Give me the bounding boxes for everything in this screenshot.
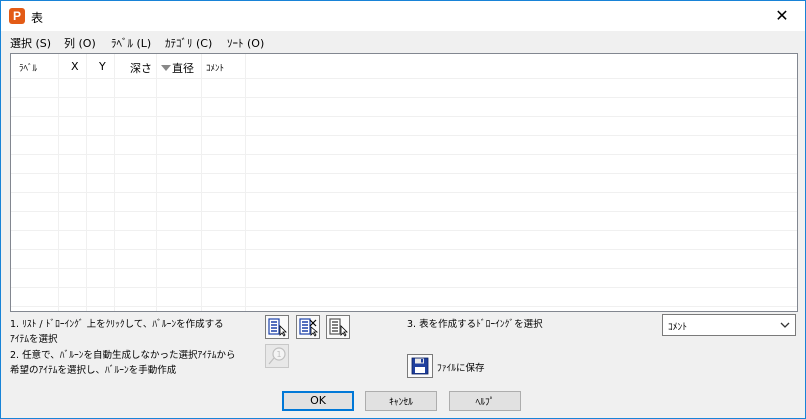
select-cross-button[interactable] — [296, 315, 320, 339]
menu-label[interactable]: ﾗﾍﾞﾙ (L) — [111, 35, 151, 51]
svg-text:1: 1 — [276, 350, 281, 359]
chevron-down-icon — [780, 322, 790, 328]
manual-balloon-button[interactable]: 1 — [265, 344, 289, 368]
column-header-comment[interactable]: ｺﾒﾝﾄ — [206, 61, 224, 74]
step1-instruction: 1. ﾘｽﾄ / ﾄﾞﾛｰｲﾝｸﾞ 上をｸﾘｯｸして、ﾊﾞﾙｰﾝを作成する — [10, 319, 224, 330]
menu-column[interactable]: 列 (O) — [64, 35, 96, 51]
grid-column-divider — [86, 54, 87, 311]
list-cross-select-icon — [299, 318, 319, 337]
select-gray-list-button[interactable] — [326, 315, 350, 339]
grid-column-divider — [201, 54, 202, 311]
grid-row-line — [11, 173, 797, 174]
select-list-button[interactable] — [265, 315, 289, 339]
grid-row-line — [11, 192, 797, 193]
grid-column-divider — [58, 54, 59, 311]
step1-instruction-cont: ｱｲﾃﾑを選択 — [10, 334, 58, 345]
save-to-file-label: ﾌｧｲﾙに保存 — [437, 363, 485, 374]
column-header-label[interactable]: ﾗﾍﾞﾙ — [19, 61, 37, 74]
help-button-label: ﾍﾙﾌﾟ — [475, 397, 495, 408]
column-dropdown[interactable]: ｺﾒﾝﾄ — [662, 314, 796, 336]
list-select-icon — [268, 318, 287, 337]
save-to-file-button[interactable] — [407, 354, 433, 378]
column-header-x[interactable]: X — [71, 60, 79, 73]
column-header-y[interactable]: Y — [99, 60, 106, 73]
app-icon: P — [9, 8, 25, 24]
sort-descending-icon — [161, 65, 171, 71]
grid-row-line — [11, 97, 797, 98]
step2-instruction: 2. 任意で、ﾊﾞﾙｰﾝを自動生成しなかった選択ｱｲﾃﾑから — [10, 350, 236, 361]
grid-row-line — [11, 78, 797, 79]
title-bar[interactable]: P 表 ✕ — [1, 1, 805, 31]
cancel-button[interactable]: ｷｬﾝｾﾙ — [365, 391, 437, 411]
grid-row-line — [11, 135, 797, 136]
balloon-icon: 1 — [268, 347, 286, 365]
column-dropdown-value: ｺﾒﾝﾄ — [668, 322, 688, 333]
grid-row-line — [11, 154, 797, 155]
menu-category[interactable]: ｶﾃｺﾞﾘ (C) — [165, 35, 212, 51]
menu-sort[interactable]: ｿｰﾄ (O) — [227, 35, 264, 51]
grid-row-line — [11, 287, 797, 288]
step3-instruction: 3. 表を作成するﾄﾞﾛｰｲﾝｸﾞを選択 — [407, 319, 543, 330]
column-header-depth[interactable]: 深さ — [130, 60, 152, 76]
grid-row-line — [11, 306, 797, 307]
floppy-disk-icon — [411, 357, 429, 375]
grid-row-line — [11, 116, 797, 117]
table-dialog: P 表 ✕ 選択 (S) 列 (O) ﾗﾍﾞﾙ (L) ｶﾃｺﾞﾘ (C) ｿｰ… — [0, 0, 806, 419]
grid-row-line — [11, 211, 797, 212]
grid-column-divider — [156, 54, 157, 311]
grid-row-line — [11, 268, 797, 269]
menu-select[interactable]: 選択 (S) — [10, 35, 51, 51]
help-button[interactable]: ﾍﾙﾌﾟ — [449, 391, 521, 411]
balloon-table[interactable]: ﾗﾍﾞﾙ X Y 深さ 直径 ｺﾒﾝﾄ — [10, 53, 798, 312]
list-deselect-icon — [329, 318, 348, 337]
menu-bar: 選択 (S) 列 (O) ﾗﾍﾞﾙ (L) ｶﾃｺﾞﾘ (C) ｿｰﾄ (O) — [1, 32, 805, 52]
grid-row-line — [11, 249, 797, 250]
grid-column-divider — [245, 54, 246, 311]
cancel-button-label: ｷｬﾝｾﾙ — [389, 397, 413, 408]
close-button[interactable]: ✕ — [759, 1, 805, 31]
grid-column-divider — [114, 54, 115, 311]
column-header-diameter[interactable]: 直径 — [172, 60, 194, 76]
grid-row-line — [11, 230, 797, 231]
close-icon: ✕ — [775, 6, 789, 25]
window-title: 表 — [31, 11, 44, 25]
ok-button[interactable]: OK — [282, 391, 354, 411]
step2-instruction-cont: 希望のｱｲﾃﾑを選択し、ﾊﾞﾙｰﾝを手動作成 — [10, 365, 177, 376]
